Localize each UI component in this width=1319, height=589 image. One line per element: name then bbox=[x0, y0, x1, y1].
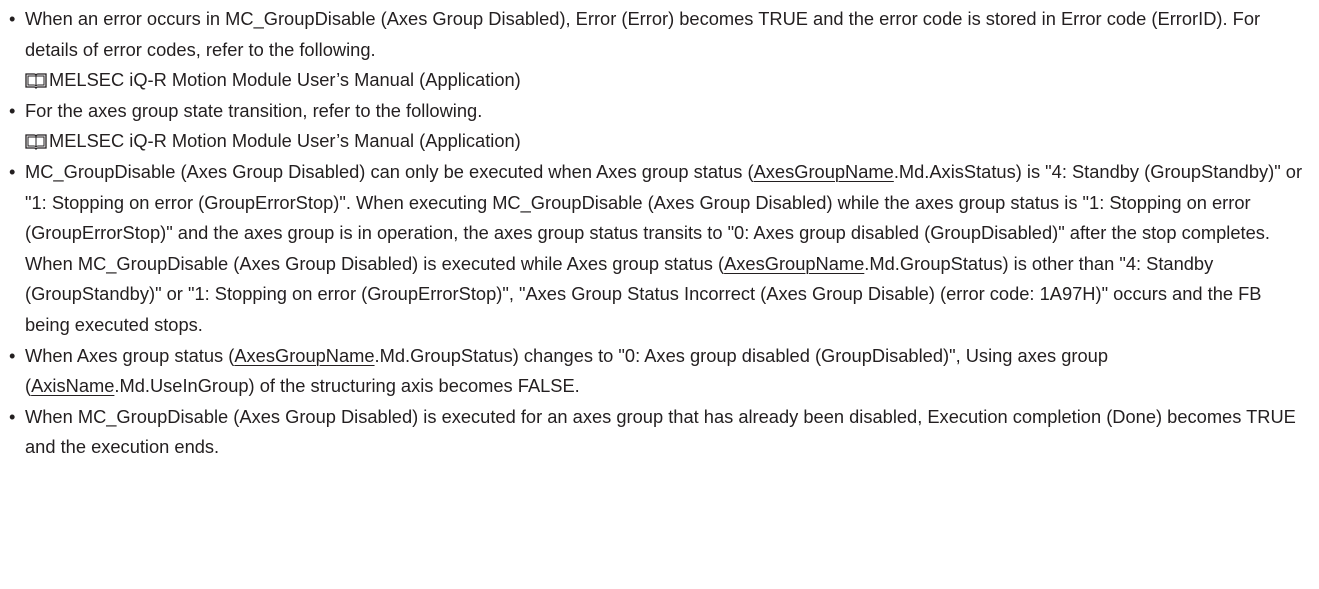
list-item-use-in-group: • When Axes group status (AxesGroupName.… bbox=[4, 341, 1311, 402]
list-item-execution-conditions: • MC_GroupDisable (Axes Group Disabled) … bbox=[4, 157, 1311, 341]
bullet: • bbox=[9, 8, 16, 29]
item-text-part: When Axes group status ( bbox=[25, 344, 235, 366]
item-text-part: MC_GroupDisable (Axes Group Disabled) ca… bbox=[25, 160, 754, 182]
list-item-error-code: • When an error occurs in MC_GroupDisabl… bbox=[4, 4, 1311, 96]
list-item-state-transition: • For the axes group state transition, r… bbox=[4, 96, 1311, 157]
book-icon bbox=[25, 73, 47, 90]
axes-group-name-label: AxesGroupName bbox=[724, 252, 865, 274]
bullet: • bbox=[9, 405, 16, 427]
item-text: For the axes group state transition, ref… bbox=[25, 99, 483, 121]
reference-title: MELSEC iQ-R Motion Module User’s Manual … bbox=[49, 69, 521, 91]
axes-group-name-label: AxesGroupName bbox=[753, 160, 894, 182]
item-text: When MC_GroupDisable (Axes Group Disable… bbox=[25, 405, 1296, 458]
manual-reference[interactable]: MELSEC iQ-R Motion Module User’s Manual … bbox=[25, 126, 1311, 157]
axis-name-label: AxisName bbox=[31, 375, 115, 397]
axes-group-name-label: AxesGroupName bbox=[234, 344, 375, 366]
item-text-part: .Md.UseInGroup) of the structuring axis … bbox=[114, 375, 580, 397]
bullet: • bbox=[9, 99, 16, 121]
reference-title: MELSEC iQ-R Motion Module User’s Manual … bbox=[49, 130, 521, 152]
list-item-already-disabled: • When MC_GroupDisable (Axes Group Disab… bbox=[4, 402, 1311, 463]
manual-page: • When an error occurs in MC_GroupDisabl… bbox=[0, 0, 1319, 589]
bullet: • bbox=[9, 160, 16, 182]
bullet: • bbox=[9, 344, 16, 366]
item-text: When an error occurs in MC_GroupDisable … bbox=[25, 8, 1261, 60]
notes-list: • When an error occurs in MC_GroupDisabl… bbox=[4, 4, 1311, 463]
book-icon bbox=[25, 134, 47, 151]
manual-reference[interactable]: MELSEC iQ-R Motion Module User’s Manual … bbox=[25, 65, 1311, 96]
